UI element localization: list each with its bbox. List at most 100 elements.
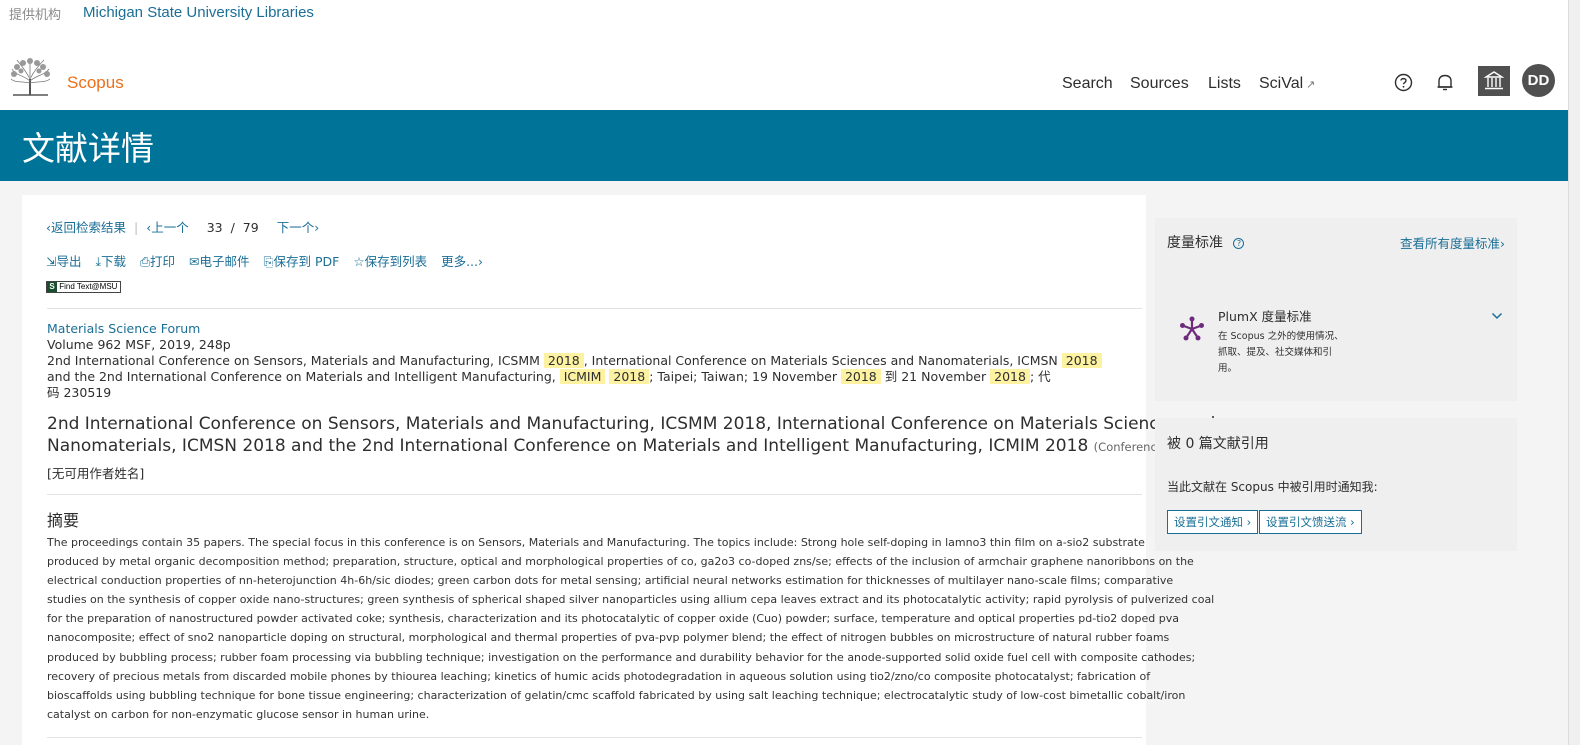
document-title: 2nd International Conference on Sensors,… — [47, 413, 1215, 458]
document-toolbar: ⇲导出 ⤓下载 ⎙打印 ✉电子邮件 ⎘保存到 PDF ☆保存到列表 更多...› — [46, 251, 483, 270]
view-all-label: 查看所有度量标准 — [1399, 236, 1500, 251]
print-button[interactable]: ⎙打印 — [140, 254, 175, 269]
current-index: 33 — [206, 220, 223, 235]
download-button[interactable]: ⤓下载 — [95, 254, 126, 269]
download-label: 下载 — [101, 254, 127, 269]
star-icon: ☆ — [353, 254, 365, 269]
institution-name-link[interactable]: Michigan State University Libraries — [83, 4, 314, 21]
divider-bar: | — [134, 220, 139, 235]
document-card: ‹返回检索结果 | ‹上一个 33 / 79 下一个› ⇲导出 ⤓下载 ⎙打印 … — [22, 195, 1215, 745]
conf-text: and the 2nd International Conference on … — [47, 369, 556, 384]
abstract-line: The proceedings contain 35 papers. The s… — [47, 536, 1145, 549]
more-label: 更多... — [441, 254, 478, 269]
conf-text: ; Taipei; Taiwan; 19 November — [649, 369, 837, 384]
chevron-right-icon: › — [314, 220, 320, 235]
back-label: 返回检索结果 — [51, 220, 127, 235]
divider — [47, 737, 1142, 738]
view-all-metrics-link[interactable]: 查看所有度量标准› — [1400, 233, 1505, 252]
back-to-results-link[interactable]: ‹返回检索结果 — [46, 220, 126, 235]
total-count: 79 — [242, 220, 259, 235]
save-list-label: 保存到列表 — [364, 254, 428, 269]
nav-lists[interactable]: Lists — [1208, 75, 1241, 93]
more-button[interactable]: 更多...› — [441, 254, 483, 269]
chevron-down-icon[interactable] — [1491, 312, 1503, 320]
save-pdf-label: 保存到 PDF — [273, 254, 340, 269]
next-label: 下一个 — [276, 220, 315, 235]
abstract-line: produced by metal organic decomposition … — [47, 555, 1194, 569]
export-icon: ⇲ — [46, 254, 57, 269]
plumx-desc-line: 用。 — [1218, 363, 1238, 374]
abstract-line: produced by bubbling process; rubber foa… — [47, 650, 1196, 664]
set-citation-feed-button[interactable]: 设置引文馈送流 › — [1259, 510, 1362, 534]
metrics-heading-text: 度量标准 — [1167, 235, 1223, 251]
highlighted-year: 2018 — [840, 369, 881, 384]
highlighted-year: 2018 — [543, 353, 584, 368]
citations-panel: 被 0 篇文献引用 当此文献在 Scopus 中被引用时通知我: 设置引文通知 … — [1155, 418, 1517, 551]
abstract-line: studies on the synthesis of copper oxide… — [47, 593, 1215, 607]
title-line: Nanomaterials, ICMSN 2018 and the 2nd In… — [47, 436, 1089, 456]
cited-by-heading: 被 0 篇文献引用 — [1167, 436, 1269, 452]
vertical-scrollbar[interactable] — [1568, 0, 1580, 745]
bell-icon[interactable] — [1436, 73, 1454, 92]
conf-text: 2nd International Conference on Sensors,… — [47, 353, 540, 368]
print-label: 打印 — [150, 254, 176, 269]
scopus-brand-link[interactable]: Scopus — [67, 73, 124, 93]
nav-scival[interactable]: SciVal ↗ — [1259, 75, 1315, 93]
export-label: 导出 — [56, 254, 82, 269]
chevron-right-icon: › — [477, 254, 483, 269]
highlighted-year: 2018 — [990, 369, 1030, 384]
page-title: 文献详情 — [22, 129, 154, 168]
chevron-right-icon: › — [1500, 236, 1505, 251]
page-title-band: 文献详情 — [0, 110, 1568, 181]
nav-sources[interactable]: Sources — [1130, 75, 1189, 93]
conf-text: 到 21 November — [884, 369, 987, 384]
institution-bar: 提供机构 Michigan State University Libraries — [0, 0, 1568, 52]
highlighted-year: 2018 — [1061, 353, 1102, 368]
printer-icon: ⎙ — [140, 254, 151, 269]
plumx-description: 在 Scopus 之外的使用情况、 抓取、提及、社交媒体和引 用。 — [1218, 329, 1344, 377]
abstract-line: nanocomposite; effect of sno2 nanopartic… — [47, 631, 1170, 645]
user-avatar[interactable]: DD — [1522, 64, 1555, 97]
index-separator: / — [230, 220, 235, 235]
conf-text: , International Conference on Materials … — [583, 353, 1058, 368]
nav-scival-label: SciVal — [1259, 75, 1304, 92]
prev-label: 上一个 — [151, 220, 189, 235]
chevron-right-icon: › — [1346, 515, 1355, 529]
save-pdf-button[interactable]: ⎘保存到 PDF — [264, 254, 340, 269]
source-info: Materials Science Forum Volume 962 MSF, … — [47, 321, 1137, 401]
pdf-icon: ⎘ — [263, 254, 274, 269]
citation-notify-text: 当此文献在 Scopus 中被引用时通知我: — [1167, 480, 1378, 494]
top-navigation: Scopus Search Sources Lists SciVal ↗ DD — [0, 52, 1568, 110]
export-button[interactable]: ⇲导出 — [46, 254, 82, 269]
divider — [47, 308, 1142, 309]
nav-search[interactable]: Search — [1062, 75, 1113, 93]
author-list: [无可用作者姓名] — [47, 466, 145, 481]
abstract-line: for the preparation of nanostructured po… — [47, 612, 1179, 626]
abstract-line: electrical conduction properties of nn-h… — [47, 574, 1174, 588]
envelope-icon: ✉ — [189, 254, 200, 269]
feed-button-label: 设置引文馈送流 — [1266, 515, 1347, 529]
set-citation-alert-button[interactable]: 设置引文通知 › — [1167, 510, 1259, 534]
institution-button[interactable] — [1478, 66, 1510, 96]
conference-code: 码 230519 — [47, 385, 112, 400]
next-link[interactable]: 下一个› — [277, 220, 320, 235]
help-icon[interactable] — [1394, 73, 1413, 92]
help-icon[interactable]: ? — [1233, 237, 1245, 249]
email-button[interactable]: ✉电子邮件 — [189, 254, 250, 269]
conf-text: ; 代 — [1029, 369, 1051, 384]
abstract-body: The proceedings contain 35 papers. The s… — [47, 533, 1215, 724]
plumx-desc-line: 在 Scopus 之外的使用情况、 — [1218, 331, 1344, 342]
find-text-msu-link[interactable]: S Find Text@MSU — [46, 281, 122, 293]
save-to-list-button[interactable]: ☆保存到列表 — [353, 254, 427, 269]
email-label: 电子邮件 — [199, 254, 250, 269]
metrics-heading: 度量标准 ? — [1167, 232, 1245, 252]
source-title-link[interactable]: Materials Science Forum — [47, 321, 1137, 337]
abstract-line: recovery of precious metals from discard… — [47, 669, 1151, 683]
elsevier-tree-logo[interactable] — [9, 57, 52, 97]
highlighted-year: 2018 — [609, 369, 650, 384]
previous-link[interactable]: ‹上一个 — [146, 220, 189, 235]
divider — [47, 494, 1142, 495]
msu-logo-icon: S — [47, 282, 57, 292]
abstract-heading: 摘要 — [47, 511, 80, 530]
abstract-line: catalyst on carbon for non-enzymatic glu… — [47, 707, 430, 721]
